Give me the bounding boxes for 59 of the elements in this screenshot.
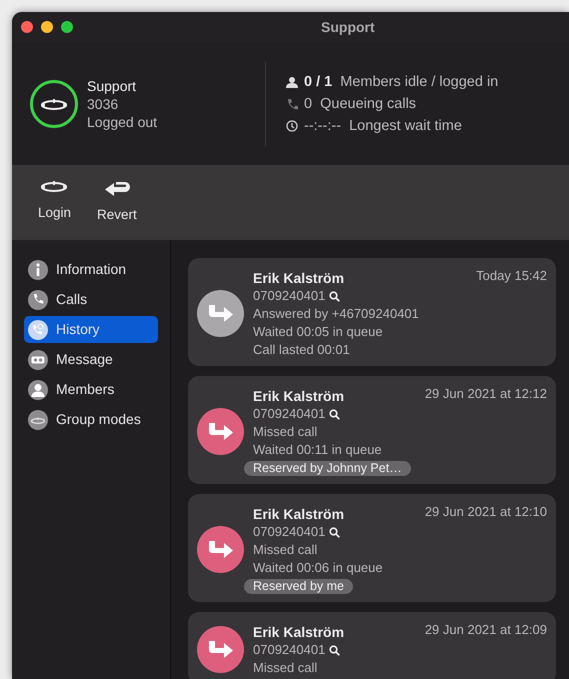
sidebar-item[interactable]: Group modes — [24, 406, 158, 433]
phone-number: 0709240401 — [253, 287, 326, 305]
search-icon[interactable] — [328, 526, 340, 538]
call-time: 29 Jun 2021 at 12:10 — [424, 503, 547, 521]
caller-name: Erik Kalström — [253, 624, 344, 641]
sidebar-item[interactable]: Members — [24, 376, 158, 403]
history-card[interactable]: Erik Kalström 29 Jun 2021 at 12:12 0709240401 Missed call Waited 00:11 in queue Reserved by Johnny Pet… — [188, 376, 556, 484]
reservation-tag: Reserved by me — [244, 579, 354, 594]
call-detail: Waited 00:05 in queue — [253, 323, 384, 341]
sidebar-item[interactable]: Message — [24, 346, 158, 373]
reservation-tag: Reserved by Johnny Pet… — [244, 461, 411, 476]
clock-icon — [286, 120, 298, 132]
call-time: 29 Jun 2021 at 12:12 — [424, 385, 547, 403]
person-icon — [28, 380, 48, 400]
group-name: Support — [87, 76, 138, 94]
revert-button[interactable]: Revert — [97, 179, 137, 226]
call-detail: Answered by +46709240401 — [253, 305, 420, 323]
close-button[interactable] — [21, 21, 33, 33]
caller-name: Erik Kalström — [253, 506, 344, 523]
group-number: 3036 — [87, 94, 120, 112]
history-card[interactable]: Erik Kalström Today 15:42 0709240401 Answered by +46709240401 Waited 00:05 in queue Call lasted 00:01 — [188, 258, 556, 366]
caller-name: Erik Kalström — [253, 388, 344, 405]
sidebar-item[interactable]: History — [24, 316, 158, 343]
sidebar-item[interactable]: Calls — [24, 286, 158, 313]
status-ring-icon — [30, 80, 78, 128]
info-icon — [28, 260, 48, 280]
person-icon — [286, 76, 298, 88]
call-time: Today 15:42 — [476, 267, 547, 285]
call-detail: Missed call — [253, 659, 318, 677]
handset-icon — [28, 410, 48, 430]
stat-line: 0 Queueing calls — [304, 96, 416, 110]
zoom-button[interactable] — [61, 21, 73, 33]
login-button[interactable]: Login — [38, 179, 72, 224]
group-status: Logged out — [87, 112, 158, 130]
message-icon — [28, 350, 48, 370]
window-title: Support — [321, 18, 375, 37]
search-icon[interactable] — [328, 644, 340, 656]
call-detail: Waited 00:06 in queue — [253, 559, 384, 577]
call-detail: Missed call — [253, 541, 318, 559]
phone-icon — [28, 290, 48, 310]
phone-number: 0709240401 — [253, 523, 326, 541]
history-card[interactable]: Erik Kalström 29 Jun 2021 at 12:09 0709240401 Missed call — [188, 612, 556, 679]
search-icon[interactable] — [328, 408, 340, 420]
phone-number: 0709240401 — [253, 405, 326, 423]
call-time: 29 Jun 2021 at 12:09 — [424, 621, 547, 639]
history-card[interactable]: Erik Kalström 29 Jun 2021 at 12:10 0709240401 Missed call Waited 00:06 in queue Reserved by me — [188, 494, 556, 602]
call-detail: Waited 00:11 in queue — [253, 441, 383, 459]
call-detail: Call lasted 00:01 — [253, 341, 351, 359]
call-detail: Missed call — [253, 423, 318, 441]
phone-number: 0709240401 — [253, 641, 326, 659]
search-icon[interactable] — [328, 290, 340, 302]
handset-icon — [40, 179, 70, 195]
stat-line: 0 / 1 Members idle / logged in — [304, 74, 498, 88]
minimize-button[interactable] — [41, 21, 53, 33]
stat-line: --:--:-- Longest wait time — [304, 118, 462, 132]
sidebar-item[interactable]: Information — [24, 256, 158, 283]
phone-icon — [286, 98, 298, 110]
caller-name: Erik Kalström — [253, 270, 344, 287]
phone-clock-icon — [28, 320, 48, 340]
